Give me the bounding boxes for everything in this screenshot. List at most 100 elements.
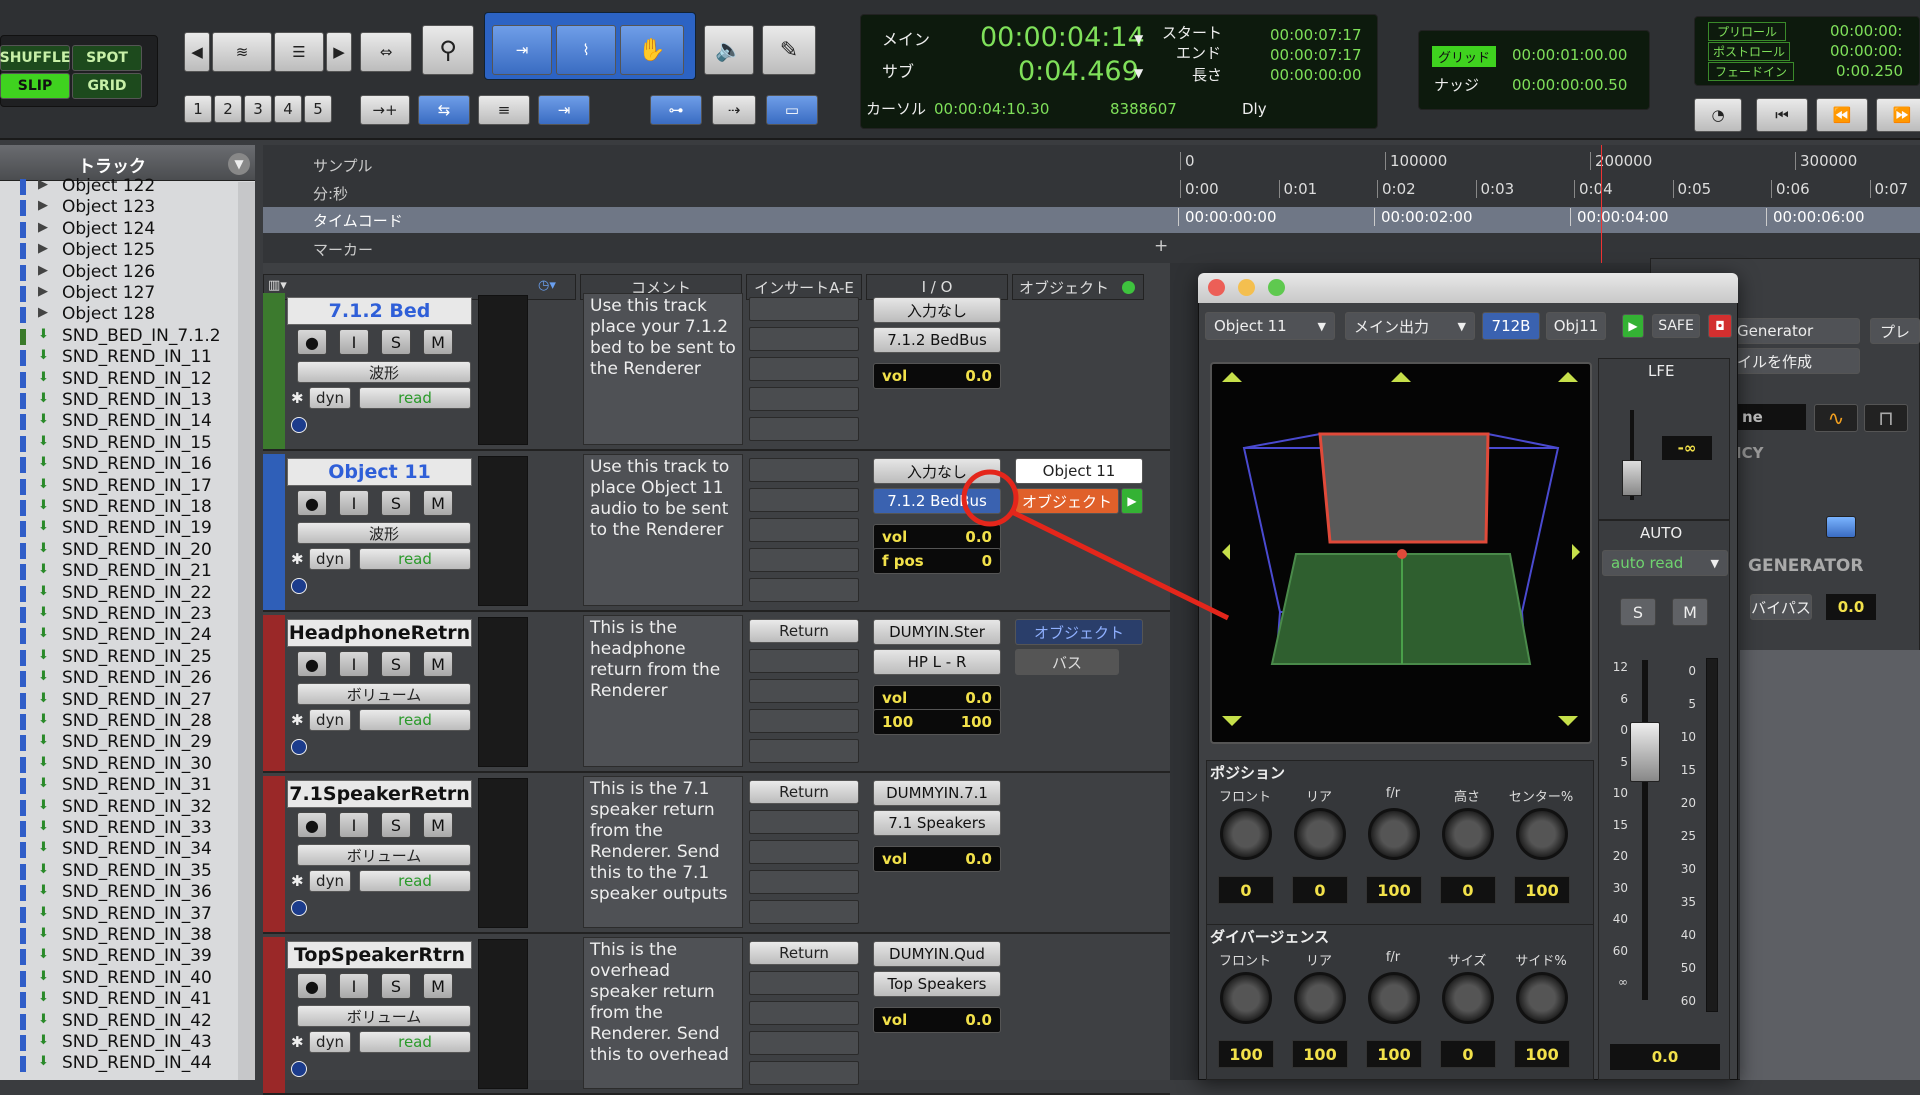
dly-label[interactable]: Dly	[1242, 100, 1267, 118]
solo-button[interactable]: S	[381, 329, 411, 355]
output-selector[interactable]: 7.1.2 BedBus	[873, 327, 1001, 353]
asterisk-icon[interactable]: ✱	[291, 550, 304, 568]
grid-button[interactable]: GRID	[72, 73, 142, 99]
pan-field[interactable]: 100 100	[873, 709, 1001, 735]
expand-triangle-icon[interactable]: ▶	[38, 177, 48, 192]
knob-value[interactable]: 100	[1366, 876, 1422, 904]
track-list-item[interactable]: SND_REND_IN_18	[62, 497, 212, 517]
input-arrow-icon[interactable]: ⬇	[38, 1054, 49, 1069]
input-arrow-icon[interactable]: ⬇	[38, 776, 49, 791]
knob-value[interactable]: 100	[1292, 1040, 1348, 1068]
input-arrow-icon[interactable]: ⬇	[38, 477, 49, 492]
track-list-item[interactable]: Object 128	[62, 304, 155, 324]
input-arrow-icon[interactable]: ⬇	[38, 1033, 49, 1048]
plugin-record-icon[interactable]: ◘	[1708, 314, 1732, 338]
volume-field[interactable]: vol 0.0	[873, 846, 1001, 872]
slip-button[interactable]: SLIP	[0, 73, 70, 99]
sub-counter-dropdown-icon[interactable]: ▼	[1134, 66, 1143, 80]
input-arrow-icon[interactable]: ⬇	[38, 648, 49, 663]
postroll-label[interactable]: ポストロール	[1708, 42, 1791, 61]
link-selection-icon[interactable]: ⇆	[418, 95, 470, 125]
asterisk-icon[interactable]: ✱	[291, 872, 304, 890]
track-list-menu-icon[interactable]: ▼	[228, 153, 250, 175]
track-list-item[interactable]: SND_REND_IN_20	[62, 540, 212, 560]
track-list-item[interactable]: SND_REND_IN_43	[62, 1032, 212, 1052]
plugin-solo-button[interactable]: S	[1620, 598, 1656, 626]
zoom-window-icon[interactable]	[1268, 279, 1285, 296]
asterisk-icon[interactable]: ✱	[291, 1033, 304, 1051]
input-arrow-icon[interactable]: ⬇	[38, 990, 49, 1005]
rotary-knob[interactable]	[1442, 972, 1494, 1024]
input-arrow-icon[interactable]: ⬇	[38, 862, 49, 877]
track-list-item[interactable]: SND_REND_IN_34	[62, 839, 212, 859]
expand-triangle-icon[interactable]: ▶	[38, 198, 48, 213]
track-name[interactable]: Object 11	[287, 458, 472, 486]
solo-button[interactable]: S	[381, 812, 411, 838]
insert-slot-e[interactable]	[749, 578, 859, 602]
knob-value[interactable]: 100	[1218, 1040, 1274, 1068]
track-list-item[interactable]: SND_REND_IN_30	[62, 754, 212, 774]
input-monitor-button[interactable]: I	[339, 651, 369, 677]
insert-slot-e[interactable]	[749, 900, 859, 924]
link-edit-icon[interactable]: ≡	[478, 95, 530, 125]
track-list-item[interactable]: SND_REND_IN_44	[62, 1053, 212, 1073]
insert-return-plugin[interactable]: Return	[749, 619, 859, 643]
pencil-tool-icon[interactable]: ✎	[762, 25, 816, 75]
input-arrow-icon[interactable]: ⬇	[38, 562, 49, 577]
track-comment[interactable]: This is the overhead speaker return from…	[583, 937, 743, 1089]
input-arrow-icon[interactable]: ⬇	[38, 755, 49, 770]
timebase-icon[interactable]	[291, 1061, 307, 1077]
input-monitor-button[interactable]: I	[339, 973, 369, 999]
track-view-selector[interactable]: 波形	[297, 361, 471, 383]
insert-slot-d[interactable]	[749, 870, 859, 894]
shuffle-button[interactable]: SHUFFLE	[0, 45, 70, 71]
input-arrow-icon[interactable]: ⬇	[38, 391, 49, 406]
input-arrow-icon[interactable]: ⬇	[38, 412, 49, 427]
input-arrow-icon[interactable]: ⬇	[38, 498, 49, 513]
track-list-item[interactable]: SND_REND_IN_36	[62, 882, 212, 902]
volume-field[interactable]: vol 0.0	[873, 685, 1001, 711]
input-arrow-icon[interactable]: ⬇	[38, 348, 49, 363]
insert-slot-c[interactable]	[749, 357, 859, 381]
track-list-item[interactable]: SND_REND_IN_17	[62, 476, 212, 496]
track-list-item[interactable]: SND_REND_IN_23	[62, 604, 212, 624]
track-list-item[interactable]: SND_BED_IN_7.1.2	[62, 326, 221, 346]
track-comment[interactable]: This is the 7.1 speaker return from the …	[583, 776, 743, 928]
preroll-value[interactable]: 00:00:00:	[1830, 22, 1902, 40]
insert-slot-b[interactable]	[749, 810, 859, 834]
rotary-knob[interactable]	[1442, 808, 1494, 860]
scrubber-tool-icon[interactable]: 🔈	[704, 25, 754, 75]
mute-button[interactable]: M	[423, 812, 453, 838]
plugin-output-selector[interactable]: メイン出力 ▼	[1345, 312, 1475, 340]
expand-triangle-icon[interactable]: ▶	[38, 305, 48, 320]
plugin-object-button[interactable]: Obj11	[1546, 312, 1606, 340]
track-name[interactable]: TopSpeakerRtrn	[287, 941, 472, 969]
insert-slot-b[interactable]	[749, 649, 859, 673]
solo-button[interactable]: S	[381, 490, 411, 516]
bg-plugin-name[interactable]: Generator	[1730, 318, 1860, 344]
magnify-tool-icon[interactable]: ⚲	[422, 25, 474, 75]
fader-value[interactable]: 0.0	[1610, 1044, 1720, 1070]
input-arrow-icon[interactable]: ⬇	[38, 733, 49, 748]
track-list-item[interactable]: SND_REND_IN_41	[62, 989, 212, 1009]
mirror-midi-icon[interactable]: ⊶	[650, 95, 702, 125]
input-arrow-icon[interactable]: ⬇	[38, 947, 49, 962]
rotary-knob[interactable]	[1368, 808, 1420, 860]
track-list-item[interactable]: SND_REND_IN_24	[62, 625, 212, 645]
mute-button[interactable]: M	[423, 973, 453, 999]
track-list-item[interactable]: SND_REND_IN_25	[62, 647, 212, 667]
track-view-selector[interactable]: ボリューム	[297, 683, 471, 705]
spot-button[interactable]: SPOT	[72, 45, 142, 71]
sub-time[interactable]: 0:04.469	[1018, 56, 1139, 87]
insert-slot-b[interactable]	[749, 971, 859, 995]
mute-button[interactable]: M	[423, 329, 453, 355]
expand-triangle-icon[interactable]: ▶	[38, 220, 48, 235]
grid-label[interactable]: グリッド	[1432, 46, 1497, 67]
insert-slot-b[interactable]	[749, 327, 859, 351]
input-arrow-icon[interactable]: ⬇	[38, 455, 49, 470]
input-arrow-icon[interactable]: ⬇	[38, 669, 49, 684]
nudge-value[interactable]: 00:00:00:00.50	[1512, 76, 1627, 94]
plugin-safe-button[interactable]: SAFE	[1652, 314, 1700, 338]
bus-mode-button[interactable]: バス	[1015, 649, 1119, 675]
insert-slot-d[interactable]	[749, 387, 859, 411]
